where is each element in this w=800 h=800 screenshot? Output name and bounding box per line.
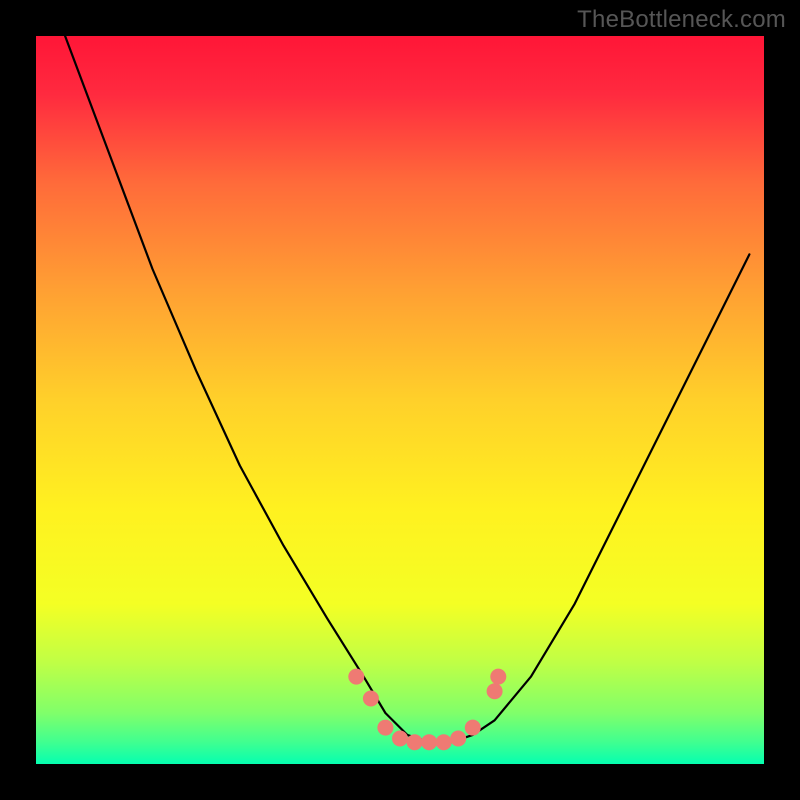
highlight-dot xyxy=(407,734,423,750)
highlight-dot xyxy=(450,731,466,747)
highlight-dot xyxy=(436,734,452,750)
highlight-dot xyxy=(363,691,379,707)
highlight-dot xyxy=(348,669,364,685)
chart-frame xyxy=(0,0,36,800)
chart-frame xyxy=(764,0,800,800)
highlight-dot xyxy=(490,669,506,685)
highlight-dot xyxy=(392,731,408,747)
plot-background xyxy=(36,36,764,764)
bottleneck-chart xyxy=(0,0,800,800)
highlight-dot xyxy=(487,683,503,699)
chart-frame xyxy=(0,764,800,800)
highlight-dot xyxy=(421,734,437,750)
highlight-dot xyxy=(377,720,393,736)
highlight-dot xyxy=(465,720,481,736)
watermark-text: TheBottleneck.com xyxy=(577,6,786,34)
chart-container: TheBottleneck.com xyxy=(0,0,800,800)
